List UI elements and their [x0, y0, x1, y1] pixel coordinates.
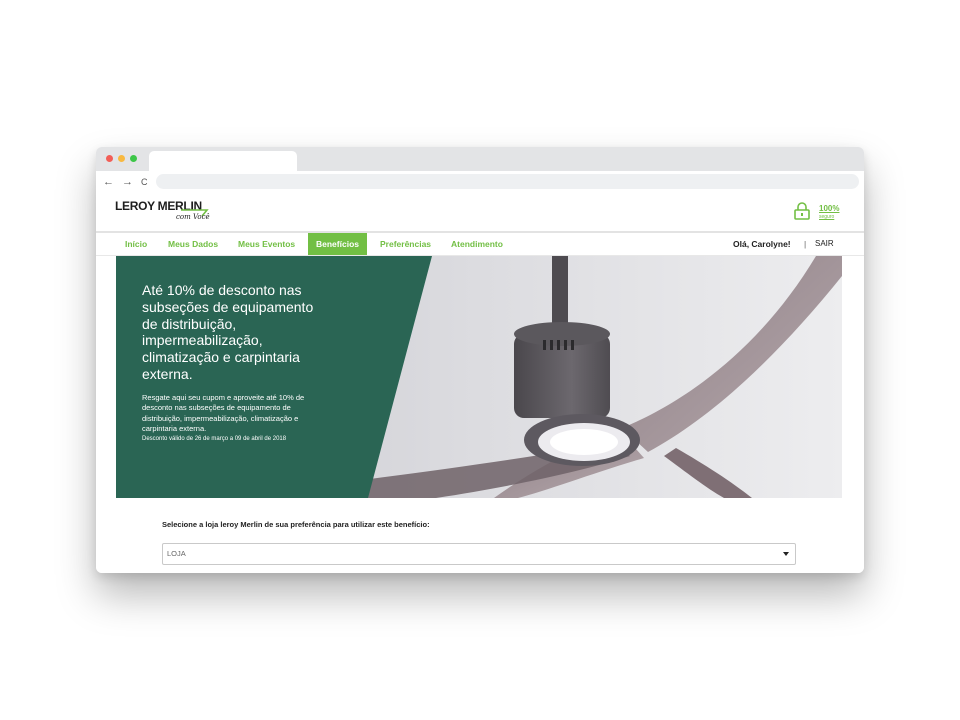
browser-tab-bar — [96, 147, 864, 171]
nav-item-meus-eventos[interactable]: Meus Eventos — [238, 233, 295, 255]
main-nav: Início Meus Dados Meus Eventos Benefício… — [96, 231, 864, 256]
banner-copy: Até 10% de desconto nas subseções de equ… — [142, 282, 317, 443]
promo-banner[interactable]: Até 10% de desconto nas subseções de equ… — [116, 256, 842, 498]
banner-headline: Até 10% de desconto nas subseções de equ… — [142, 282, 314, 382]
logout-link[interactable]: SAIR — [815, 233, 834, 255]
close-window-dot[interactable] — [106, 155, 113, 162]
security-badge-value: 100% — [819, 204, 840, 213]
store-select-section: Selecione a loja leroy Merlin de sua pre… — [96, 498, 864, 573]
logo-tagline: com Você — [176, 213, 210, 221]
minimize-window-dot[interactable] — [118, 155, 125, 162]
security-badge-sub: seguro — [819, 214, 835, 220]
store-select-label: Selecione a loja leroy Merlin de sua pre… — [162, 520, 430, 529]
nav-item-inicio[interactable]: Início — [125, 233, 147, 255]
security-badge: 100% seguro — [819, 205, 839, 221]
forward-arrow-icon[interactable]: → — [122, 176, 133, 188]
browser-toolbar: ← → C — [96, 171, 864, 193]
nav-item-atendimento[interactable]: Atendimento — [451, 233, 503, 255]
browser-window: ← → C LEROY MERLIN com Você 100% seguro … — [96, 147, 864, 573]
store-select-value: LOJA — [167, 549, 186, 558]
nav-item-meus-dados[interactable]: Meus Dados — [168, 233, 218, 255]
nav-separator: | — [804, 239, 807, 249]
banner-body: Resgate aqui seu cupom e aproveite até 1… — [142, 392, 305, 434]
banner-validity: Desconto válido de 26 de março a 09 de a… — [142, 435, 287, 442]
nav-item-beneficios[interactable]: Benefícios — [308, 233, 367, 255]
user-greeting: Olá, Carolyne! — [733, 239, 791, 249]
address-bar[interactable] — [156, 174, 859, 189]
maximize-window-dot[interactable] — [130, 155, 137, 162]
store-select[interactable]: LOJA — [162, 543, 796, 565]
caret-down-icon — [783, 552, 789, 556]
browser-tab[interactable] — [149, 151, 297, 171]
back-arrow-icon[interactable]: ← — [103, 176, 114, 188]
lock-icon — [794, 202, 810, 220]
nav-item-preferencias[interactable]: Preferências — [380, 233, 431, 255]
site-header: LEROY MERLIN com Você 100% seguro — [96, 193, 864, 231]
reload-icon[interactable]: C — [141, 176, 148, 188]
